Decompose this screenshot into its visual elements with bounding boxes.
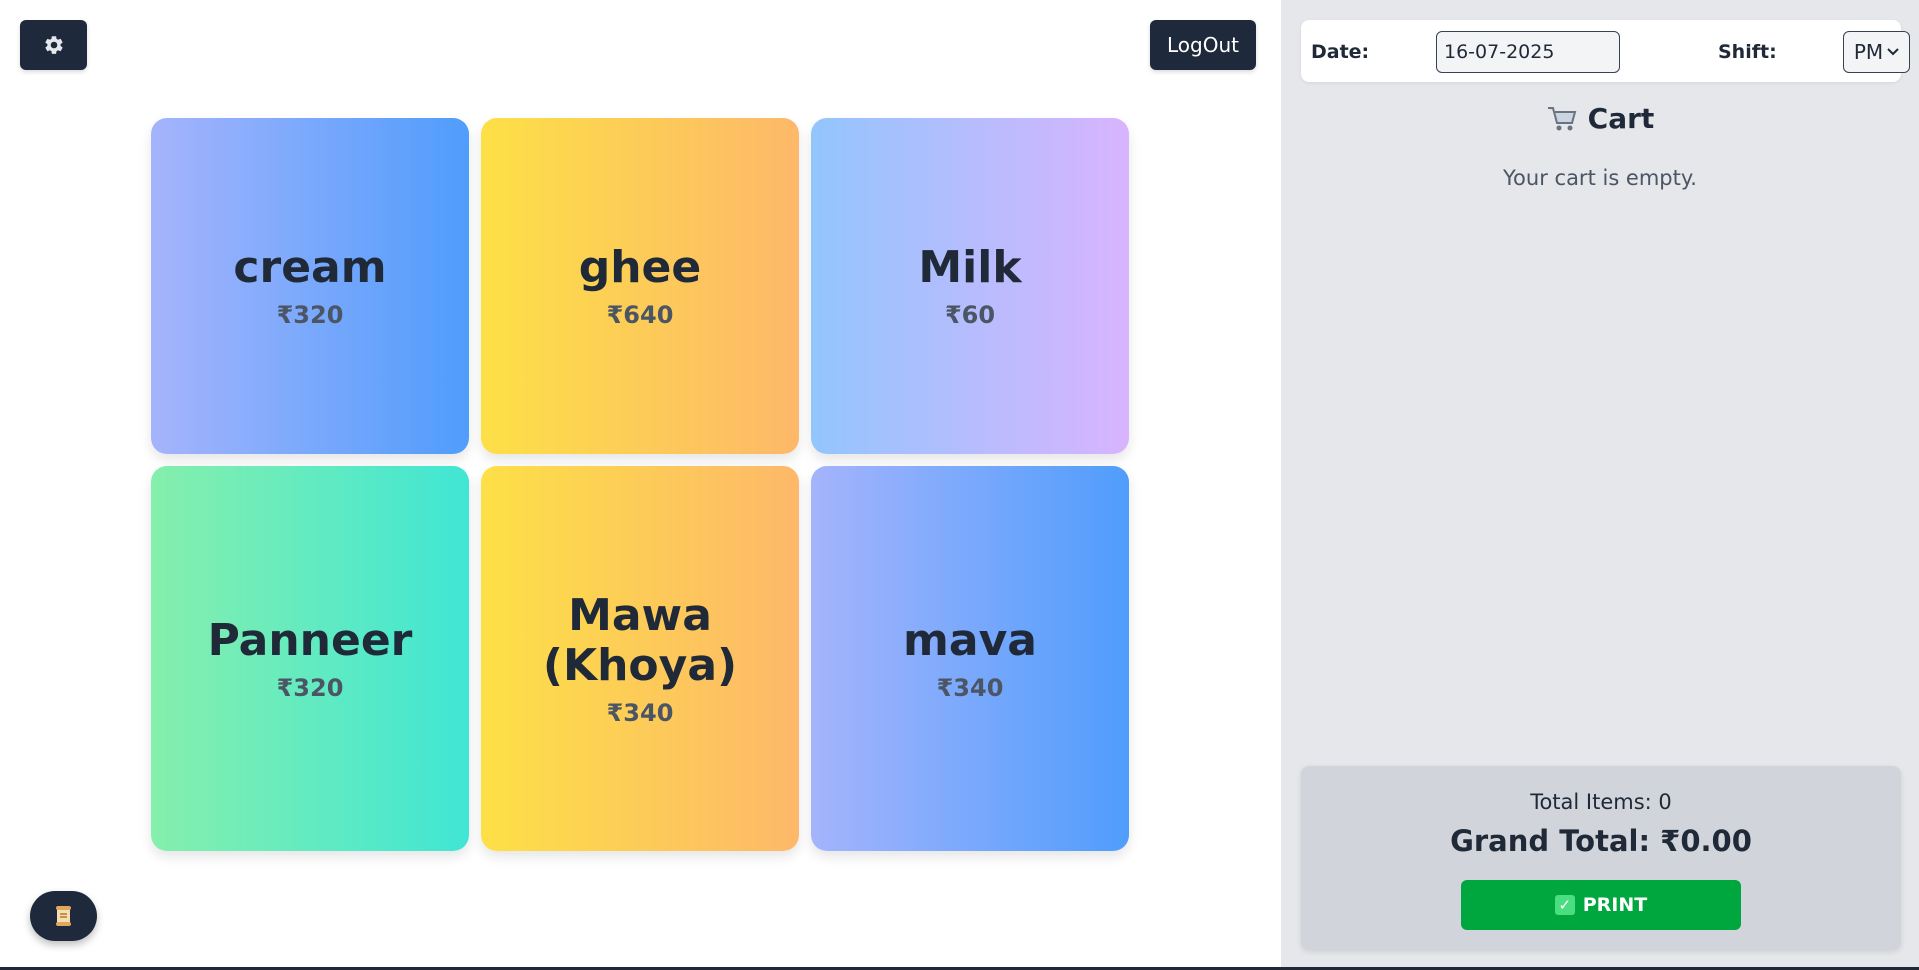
product-name: Mawa (Khoya) bbox=[542, 589, 738, 691]
shift-select[interactable]: PM bbox=[1843, 31, 1910, 73]
product-card-mawa-khoya[interactable]: Mawa (Khoya) ₹340 bbox=[481, 466, 799, 851]
product-card-cream[interactable]: cream ₹320 bbox=[151, 118, 469, 454]
product-name: Milk bbox=[918, 242, 1022, 293]
logout-button[interactable]: LogOut bbox=[1150, 20, 1256, 70]
total-items: Total Items: 0 bbox=[1530, 790, 1672, 814]
product-price: ₹340 bbox=[606, 698, 674, 727]
product-card-mava[interactable]: mava ₹340 bbox=[811, 466, 1129, 851]
product-name: mava bbox=[903, 614, 1037, 666]
date-label: Date: bbox=[1311, 41, 1370, 63]
product-name: ghee bbox=[578, 242, 702, 293]
product-name: cream bbox=[233, 242, 387, 293]
product-area: LogOut cream ₹320 ghee ₹640 Milk ₹60 Pan… bbox=[0, 0, 1281, 970]
product-price: ₹60 bbox=[944, 301, 996, 329]
order-summary: Total Items: 0 Grand Total: ₹0.00 ✓ PRIN… bbox=[1301, 766, 1901, 950]
product-price: ₹320 bbox=[276, 673, 344, 702]
print-button[interactable]: ✓ PRINT bbox=[1461, 880, 1741, 930]
shift-label: Shift: bbox=[1718, 41, 1777, 63]
chevron-down-icon bbox=[1887, 48, 1899, 56]
product-card-milk[interactable]: Milk ₹60 bbox=[811, 118, 1129, 454]
pos-app: LogOut cream ₹320 ghee ₹640 Milk ₹60 Pan… bbox=[0, 0, 1919, 970]
product-price: ₹320 bbox=[276, 301, 344, 329]
product-price: ₹340 bbox=[936, 673, 1004, 702]
cart-icon bbox=[1547, 106, 1576, 130]
product-price: ₹640 bbox=[606, 301, 674, 329]
date-shift-bar: Date: 16-07-2025 Shift: PM bbox=[1301, 20, 1910, 82]
grand-total: Grand Total: ₹0.00 bbox=[1450, 824, 1752, 858]
checkmark-icon: ✓ bbox=[1554, 895, 1575, 915]
product-name: Panneer bbox=[207, 614, 413, 666]
gear-icon bbox=[44, 36, 63, 54]
print-label: PRINT bbox=[1582, 894, 1648, 916]
date-input[interactable]: 16-07-2025 bbox=[1436, 31, 1620, 73]
history-button[interactable] bbox=[30, 891, 97, 941]
settings-button[interactable] bbox=[20, 20, 87, 70]
scroll-icon bbox=[55, 906, 71, 926]
product-card-panneer[interactable]: Panneer ₹320 bbox=[151, 466, 469, 851]
shift-value: PM bbox=[1853, 40, 1884, 64]
cart-sidebar: Date: 16-07-2025 Shift: PM Cart Your car… bbox=[1281, 0, 1919, 967]
cart-heading: Cart bbox=[1281, 102, 1919, 135]
cart-empty-message: Your cart is empty. bbox=[1503, 166, 1697, 190]
cart-title: Cart bbox=[1587, 102, 1655, 135]
product-card-ghee[interactable]: ghee ₹640 bbox=[481, 118, 799, 454]
